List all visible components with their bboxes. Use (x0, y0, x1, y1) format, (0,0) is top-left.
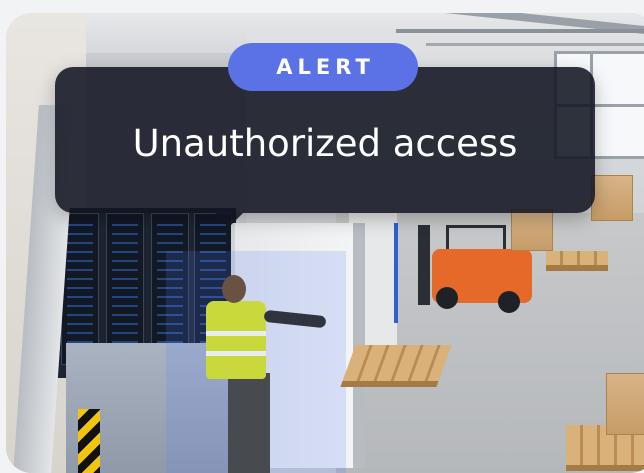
wooden-pallet (546, 251, 608, 271)
alert-message: Unauthorized access (132, 122, 518, 165)
cardboard-box (591, 175, 633, 221)
cardboard-box (511, 209, 553, 251)
hazard-stripe-post (78, 409, 100, 473)
alert-badge: ALERT (228, 43, 418, 91)
person-head (222, 275, 246, 303)
wooden-pallet (340, 345, 452, 387)
person-safety-vest (206, 301, 266, 379)
forklift-wheel (498, 291, 520, 313)
forklift-wheel (436, 287, 458, 309)
forklift-mast (418, 225, 430, 305)
shelf-post (394, 223, 398, 323)
ceiling-pipe-2 (426, 43, 644, 46)
person-legs (228, 373, 270, 473)
cardboard-box (606, 373, 644, 435)
ceiling-pipe (396, 29, 644, 33)
